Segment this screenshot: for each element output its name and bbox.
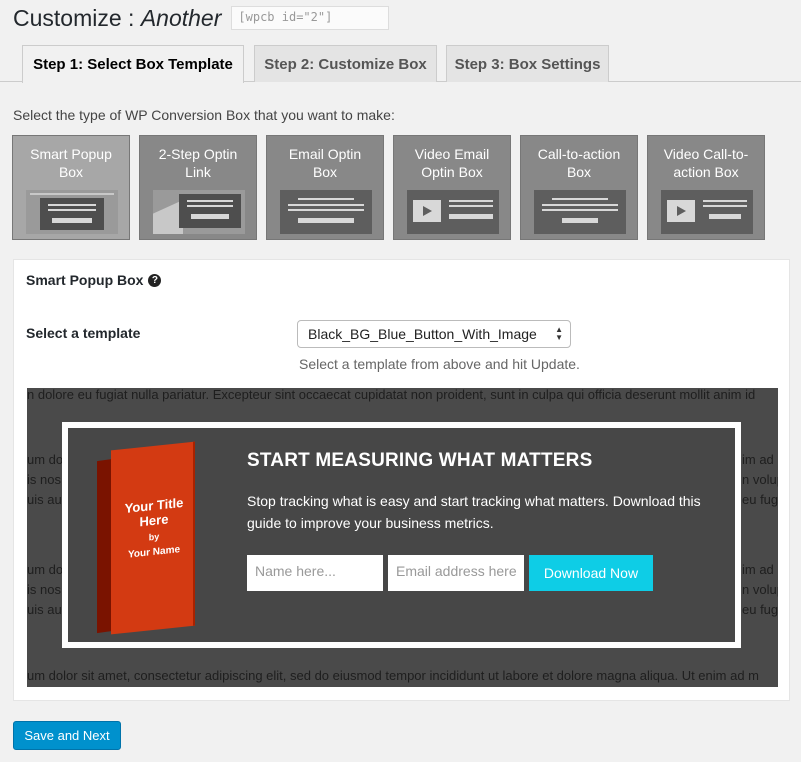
video-email-thumbnail (407, 190, 499, 234)
box-type-2-step-optin[interactable]: 2-Step Optin Link (139, 135, 257, 240)
box-type-video-call-to-action[interactable]: Video Call-to- action Box (647, 135, 765, 240)
box-type-label: Video Call-to- action Box (663, 146, 749, 180)
box-type-label: Smart Popup Box (30, 146, 112, 180)
two-step-thumbnail (153, 190, 245, 234)
title-row: Customize : Another [wpcb id="2"] (13, 4, 390, 32)
template-panel: Smart Popup Box ? Select a template Blac… (13, 259, 790, 701)
save-and-next-button[interactable]: Save and Next (13, 721, 121, 750)
book-cover: Your Title Here by Your Name (111, 441, 195, 635)
box-type-label: Call-to-action Box (537, 146, 621, 180)
box-name: Another (140, 4, 222, 31)
call-to-action-thumbnail (534, 190, 626, 234)
preview-side-right: eu fug (742, 602, 778, 617)
preview-side-left: uis au (27, 492, 62, 507)
popup-body: Stop tracking what is easy and start tra… (247, 493, 701, 531)
preview-side-left: is nos (27, 472, 61, 487)
play-icon (667, 200, 695, 222)
box-type-video-email-optin[interactable]: Video Email Optin Box (393, 135, 511, 240)
preview-side-left: is nos (27, 582, 61, 597)
book-author: Your Name (127, 544, 181, 561)
preview-side-right: eu fug (742, 492, 778, 507)
preview-side-left: uis au (27, 602, 62, 617)
preview-side-left: um dol (27, 562, 67, 577)
page-title-prefix: Customize : (13, 4, 141, 31)
popup-heading: START MEASURING WHAT MATTERS (247, 450, 593, 471)
popup-box: Your Title Here by Your Name START MEASU… (62, 422, 741, 648)
box-type-label: Video Email Optin Box (414, 146, 490, 180)
box-type-label: 2-Step Optin Link (158, 146, 238, 180)
template-select-value: Black_BG_Blue_Button_With_Image (308, 326, 537, 342)
box-type-call-to-action[interactable]: Call-to-action Box (520, 135, 638, 240)
tab-customize-box[interactable]: Step 2: Customize Box (254, 45, 437, 82)
select-hint: Select a template from above and hit Upd… (299, 356, 580, 372)
tab-select-template[interactable]: Step 1: Select Box Template (22, 45, 244, 83)
book-title: Your Title Here (124, 494, 184, 530)
select-template-label: Select a template (26, 325, 141, 341)
intro-text: Select the type of WP Conversion Box tha… (13, 107, 395, 123)
tab-box-settings[interactable]: Step 3: Box Settings (446, 45, 609, 82)
template-select[interactable]: Black_BG_Blue_Button_With_Image ▲ ▼ (297, 320, 571, 348)
preview-side-right: n volup (742, 472, 778, 487)
box-type-label: Email Optin Box (288, 146, 362, 180)
preview-side-right: im ad r (742, 452, 778, 467)
preview-side-left: um dol (27, 452, 67, 467)
play-icon (413, 200, 441, 222)
step-tabs: Step 1: Select Box Template Step 2: Cust… (0, 45, 801, 83)
video-cta-thumbnail (661, 190, 753, 234)
download-now-button[interactable]: Download Now (529, 555, 653, 591)
template-preview: n dolore eu fugiat nulla pariatur. Excep… (27, 388, 778, 687)
email-optin-thumbnail (280, 190, 372, 234)
box-type-email-optin[interactable]: Email Optin Box (266, 135, 384, 240)
preview-side-right: n volup (742, 582, 778, 597)
shortcode-field[interactable]: [wpcb id="2"] (231, 6, 390, 30)
panel-heading-text: Smart Popup Box (26, 272, 144, 288)
help-icon[interactable]: ? (148, 273, 162, 287)
select-arrows-icon: ▲ ▼ (555, 325, 563, 342)
box-type-smart-popup[interactable]: Smart Popup Box (12, 135, 130, 240)
preview-side-right: im ad r (742, 562, 778, 577)
panel-heading: Smart Popup Box ? (26, 272, 162, 288)
preview-lorem-top: n dolore eu fugiat nulla pariatur. Excep… (27, 388, 756, 402)
page-title: Customize : Another (13, 5, 221, 32)
ebook-cover-image: Your Title Here by Your Name (97, 441, 197, 636)
name-field[interactable]: Name here... (247, 555, 383, 591)
email-field[interactable]: Email address here (388, 555, 524, 591)
preview-lorem-bottom: um dolor sit amet, consectetur adipiscin… (27, 668, 759, 683)
smart-popup-thumbnail (26, 190, 118, 234)
